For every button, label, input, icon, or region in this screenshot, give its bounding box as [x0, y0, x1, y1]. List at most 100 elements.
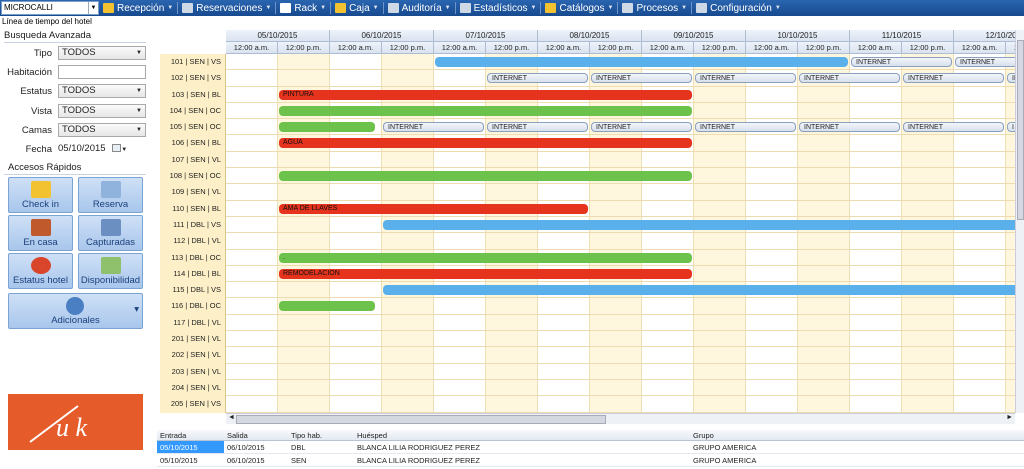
room-label[interactable]: 101 | SEN | VS — [160, 54, 226, 71]
internet-block[interactable]: INTERNET — [851, 57, 952, 67]
menu-auditoria[interactable]: Auditoría ▼ — [384, 0, 455, 16]
column-header-entrada[interactable]: Entrada — [157, 430, 224, 440]
room-label[interactable]: 201 | SEN | VL — [160, 331, 226, 348]
internet-block[interactable]: INTERNET — [903, 73, 1004, 84]
room-label[interactable]: 204 | SEN | VL — [160, 379, 226, 397]
room-label[interactable]: 106 | SEN | BL — [160, 135, 226, 152]
habitacion-input[interactable] — [58, 65, 146, 79]
divider — [4, 174, 146, 175]
occupied-room-bar[interactable] — [279, 122, 375, 133]
chevron-down-icon: ▼ — [136, 108, 142, 114]
room-label[interactable]: 105 | SEN | OC — [160, 119, 226, 136]
blocked-room-bar[interactable]: AGUA — [279, 138, 692, 149]
room-label[interactable]: 110 | SEN | BL — [160, 200, 226, 217]
reservation-bar[interactable] — [383, 285, 1015, 296]
menu-rack[interactable]: Rack ▼ — [276, 0, 330, 16]
table-cell[interactable]: SEN — [288, 454, 354, 466]
room-label[interactable]: 111 | DBL | VS — [160, 216, 226, 234]
menu-recepcion[interactable]: Recepción ▼ — [99, 0, 177, 16]
menu-estadisticos[interactable]: Estadísticos ▼ — [456, 0, 541, 16]
room-label[interactable]: 116 | DBL | OC — [160, 298, 226, 315]
internet-block[interactable]: INTERNET — [695, 122, 796, 133]
internet-block[interactable]: INTERNET — [799, 122, 900, 133]
blocked-room-bar[interactable]: PINTURA — [279, 89, 692, 100]
reservation-bar[interactable] — [435, 57, 848, 67]
room-label[interactable]: 202 | SEN | VL — [160, 347, 226, 364]
internet-block[interactable]: I — [1007, 122, 1015, 133]
quick-capturadas-button[interactable]: Capturadas — [78, 215, 143, 251]
tipo-select[interactable]: TODOS ▼ — [58, 46, 146, 60]
menu-caja[interactable]: Caja ▼ — [331, 0, 383, 16]
column-header-salida[interactable]: Salida — [224, 430, 288, 440]
internet-block[interactable]: INTERNET — [591, 122, 692, 133]
room-label[interactable]: 104 | SEN | OC — [160, 102, 226, 120]
internet-block[interactable]: INTERNET — [487, 122, 588, 133]
blocked-room-bar[interactable]: REMODELACION — [279, 268, 692, 279]
internet-block[interactable]: INTERNET — [903, 122, 1004, 133]
timeline-vertical-scrollbar[interactable] — [1015, 30, 1024, 413]
blocked-room-bar[interactable]: AMA DE LLAVES — [279, 203, 588, 214]
camas-select[interactable]: TODOS ▼ — [58, 123, 146, 137]
table-cell[interactable]: 06/10/2015 — [224, 441, 288, 453]
quick-en-casa-button[interactable]: En casa — [8, 215, 73, 251]
menu-catalogos[interactable]: Catálogos ▼ — [541, 0, 617, 16]
calendar-dropdown-icon[interactable] — [112, 144, 122, 153]
table-row[interactable]: 05/10/2015 06/10/2015 SEN BLANCA LILIA R… — [157, 454, 1024, 467]
occupied-room-bar[interactable]: . — [279, 252, 692, 263]
room-label[interactable]: 107 | SEN | VL — [160, 151, 226, 169]
quick-disponibilidad-button[interactable]: Disponibilidad — [78, 253, 143, 289]
quick-check-in-button[interactable]: Check in — [8, 177, 73, 213]
quick-reserva-button[interactable]: Reserva — [78, 177, 143, 213]
table-cell[interactable]: GRUPO AMERICA — [690, 441, 1024, 453]
column-header-tipo[interactable]: Tipo hab. — [288, 430, 354, 440]
room-label[interactable]: 115 | DBL | VS — [160, 282, 226, 299]
room-label[interactable]: 108 | SEN | OC — [160, 168, 226, 185]
occupied-room-bar[interactable] — [279, 105, 692, 116]
table-cell[interactable]: 05/10/2015 — [157, 454, 224, 466]
scroll-right-icon[interactable]: ► — [1006, 414, 1013, 421]
chevron-down-icon: ▼ — [530, 5, 537, 11]
internet-block[interactable]: INTERNET — [383, 122, 484, 133]
occupied-room-bar[interactable] — [279, 171, 692, 182]
hotel-select[interactable]: MICROCALLI ▼ — [1, 1, 99, 15]
table-cell[interactable]: DBL — [288, 441, 354, 453]
room-label[interactable]: 205 | SEN | VS — [160, 396, 226, 413]
internet-block[interactable]: INTERNET — [955, 57, 1015, 67]
room-label[interactable]: 113 | DBL | OC — [160, 249, 226, 266]
internet-block[interactable]: INTERNET — [1007, 73, 1015, 84]
date-header: 07/10/2015 — [434, 30, 538, 42]
quick-estatus-hotel-button[interactable]: Estatus hotel — [8, 253, 73, 289]
table-cell[interactable]: 05/10/2015 — [157, 441, 224, 453]
internet-block[interactable]: INTERNET — [591, 73, 692, 84]
room-label[interactable]: 109 | SEN | VL — [160, 184, 226, 201]
room-label[interactable]: 103 | SEN | BL — [160, 86, 226, 103]
room-label[interactable]: 114 | DBL | BL — [160, 265, 226, 283]
table-row[interactable]: 05/10/2015 06/10/2015 DBL BLANCA LILIA R… — [157, 441, 1024, 454]
occupied-room-bar[interactable] — [279, 301, 375, 312]
menu-configuracion[interactable]: Configuración ▼ — [692, 0, 785, 16]
column-header-huesped[interactable]: Huésped — [354, 430, 690, 440]
menu-reservaciones[interactable]: Reservaciones ▼ — [178, 0, 275, 16]
reservation-bar[interactable] — [383, 219, 1015, 230]
quick-adicionales-button[interactable]: Adicionales ▾ — [8, 293, 143, 329]
scroll-thumb[interactable] — [1017, 40, 1024, 220]
room-label[interactable]: 117 | DBL | VL — [160, 314, 226, 332]
estatus-select[interactable]: TODOS ▼ — [58, 84, 146, 98]
room-label[interactable]: 102 | SEN | VS — [160, 70, 226, 87]
timeline-horizontal-scrollbar[interactable]: ◄ ► — [226, 413, 1015, 424]
internet-block[interactable]: INTERNET — [487, 73, 588, 84]
table-cell[interactable]: GRUPO AMERICA — [690, 454, 1024, 466]
scroll-thumb[interactable] — [236, 415, 606, 424]
column-header-grupo[interactable]: Grupo — [690, 430, 1024, 440]
internet-block[interactable]: INTERNET — [799, 73, 900, 84]
internet-block[interactable]: INTERNET — [695, 73, 796, 84]
room-label[interactable]: 203 | SEN | VL — [160, 363, 226, 380]
menu-procesos[interactable]: Procesos ▼ — [618, 0, 691, 16]
table-cell[interactable]: BLANCA LILIA RODRIGUEZ PEREZ — [354, 454, 690, 466]
table-cell[interactable]: BLANCA LILIA RODRIGUEZ PEREZ — [354, 441, 690, 453]
fecha-date-picker[interactable]: 05/10/2015 ▼ — [58, 142, 128, 156]
vista-select[interactable]: TODOS ▼ — [58, 104, 146, 118]
scroll-left-icon[interactable]: ◄ — [228, 414, 235, 421]
table-cell[interactable]: 06/10/2015 — [224, 454, 288, 466]
room-label[interactable]: 112 | DBL | VL — [160, 233, 226, 250]
